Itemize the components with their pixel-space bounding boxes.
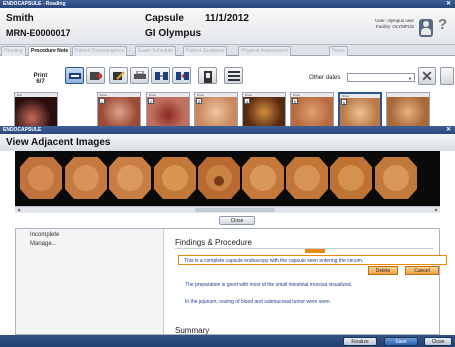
dialog-title: ENDOCAPSULE [3,127,42,133]
drag-handle[interactable] [305,249,325,253]
delete-button[interactable]: Delete [368,266,398,275]
tab-procedure-note[interactable]: Procedure Note [28,46,72,56]
adjacent-frame[interactable] [64,155,108,201]
thumbnail[interactable]: Draw 1 [97,92,141,127]
summary-heading: Summary [175,326,210,335]
export-icon [90,72,102,80]
tab-notes[interactable]: Notes [329,46,349,56]
close-button[interactable]: Close [424,337,452,346]
adjacent-frame[interactable] [153,155,197,201]
scroll-left-icon[interactable]: ◀ [17,207,20,212]
horizontal-scrollbar[interactable]: ◀ ▶ [15,206,440,213]
list-button[interactable] [224,67,243,84]
thumbnails-icon [69,73,81,79]
thumbnail[interactable] [386,92,430,127]
adjacent-images-heading: View Adjacent Images [0,134,455,151]
user-info: User: olympus user Facility: OLYMPUS [352,18,414,30]
dialog-titlebar: ENDOCAPSULE ✕ [0,126,455,134]
edit-icon [113,71,125,80]
save-button[interactable]: Save [384,337,418,346]
dialog-close-icon[interactable]: ✕ [446,126,451,133]
report-icon [204,71,212,83]
adjacent-frame[interactable] [374,155,418,201]
thumbnail-number: 4 [244,98,250,104]
compare-icon [155,72,168,80]
print-count: 6/7 [36,79,45,85]
capsule-label: Capsule [145,13,184,24]
close-x-icon: ✕ [421,68,433,84]
print-button[interactable] [130,67,149,84]
thumbnail[interactable]: Draw 4 [242,92,286,127]
thumbnail[interactable]: Exit [14,92,58,127]
tab-bar: Reading Procedure Note Patient Demograph… [0,45,455,56]
tab-reading[interactable]: Reading [1,46,26,56]
heading-divider [175,248,433,249]
thumbnail-image [387,97,429,127]
thumbnail-number: 2 [148,98,154,104]
other-dates-dropdown[interactable]: ▼ [347,73,415,82]
help-icon[interactable]: ? [438,16,447,33]
exam-type: GI Olympus [145,28,202,39]
view-thumbnails-button[interactable] [65,67,84,84]
dialog-close-button[interactable]: Close [219,216,255,225]
thumbnail[interactable]: Draw 5 [290,92,334,127]
list-item[interactable]: Incomplete [30,232,59,238]
page-button[interactable] [440,67,454,85]
scroll-right-icon[interactable]: ▶ [435,207,438,212]
app-close-icon[interactable]: ✕ [446,0,451,7]
adjacent-frame[interactable] [241,155,285,201]
findings-paragraph[interactable]: In the jejunum, oozing of blood and subm… [185,299,331,305]
sequence-button[interactable] [172,67,191,84]
other-dates-label: Other dates [309,75,341,81]
thumbnail-selected[interactable]: Draw 6 [338,92,382,128]
tab-patient-guidance[interactable]: Patient Guidance [183,46,228,56]
adjacent-frame[interactable] [108,155,152,201]
adjacent-frame[interactable] [285,155,329,201]
thumbnail-number: 5 [292,98,298,104]
thumbnail-image [15,97,57,127]
export-button[interactable] [86,67,105,84]
thumbnail-number: 1 [99,98,105,104]
adjacent-frame[interactable] [19,155,63,201]
thumbnail[interactable]: Draw 2 [146,92,190,127]
exam-date: 11/1/2012 [205,13,249,24]
patient-name: Smith [6,13,34,24]
chevron-down-icon: ▼ [408,76,412,81]
print-label: Print 6/7 [33,73,48,85]
thumbnail-number: 3 [196,98,202,104]
edit-button[interactable] [109,67,128,84]
user-facility: Facility: OLYMPUS [375,24,414,29]
selected-sentence[interactable]: This is a complete capsule endoscopy wit… [178,255,447,265]
tab-exam-schedule[interactable]: Exam Schedule [135,46,177,56]
patient-mrn: MRN-E0000017 [6,28,71,38]
tab-patient-demographics[interactable]: Patient Demographics [72,46,128,56]
adjacent-frame[interactable] [329,155,373,201]
printer-icon [134,71,146,79]
finalize-button[interactable]: Finalize [343,337,377,346]
sequence-icon [176,72,189,80]
app-titlebar: ENDOCAPSULE - Reading ✕ [0,0,455,8]
user-avatar-icon[interactable] [419,19,433,37]
list-item[interactable]: Manage... [30,241,57,247]
delete-x-button[interactable]: ✕ [418,67,436,85]
tab-physical-assessment[interactable]: Physical Assessment [238,46,291,56]
compare-button[interactable] [151,67,170,84]
adjacent-frame[interactable] [197,155,241,201]
cancel-button[interactable]: Cancel [405,266,439,275]
findings-heading: Findings & Procedure [175,238,252,247]
list-icon [228,71,240,81]
thumbnail-number: 6 [341,99,347,105]
scroll-thumb[interactable] [195,208,275,212]
report-button[interactable] [198,67,217,84]
app-title: ENDOCAPSULE - Reading [3,1,66,7]
thumbnail[interactable]: Draw 3 [194,92,238,127]
findings-paragraph[interactable]: The preparation is good with most of the… [185,282,352,288]
